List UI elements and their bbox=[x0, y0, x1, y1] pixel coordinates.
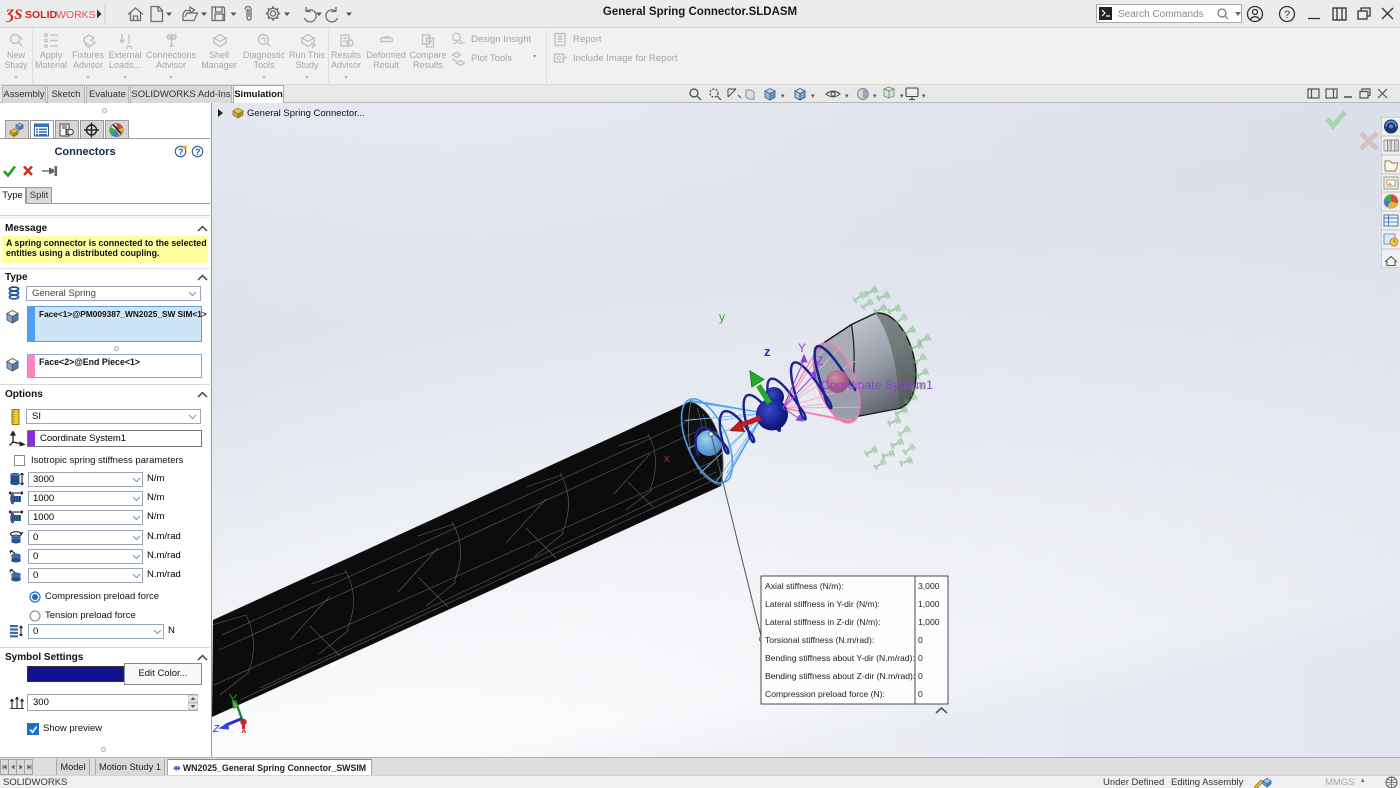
svg-text:SOLID: SOLID bbox=[25, 9, 58, 21]
svg-text:Bending stiffness about Z-dir: Bending stiffness about Z-dir (N.m/rad): bbox=[765, 671, 915, 681]
svg-text:▾: ▾ bbox=[845, 93, 849, 100]
svg-text:y: y bbox=[719, 310, 725, 324]
svg-text:Y: Y bbox=[798, 341, 806, 355]
svg-text:Bending stiffness about Y-dir: Bending stiffness about Y-dir (N.m/rad): bbox=[765, 653, 915, 663]
svg-text:General Spring Connector...: General Spring Connector... bbox=[247, 108, 365, 119]
svg-text:▾: ▾ bbox=[900, 93, 904, 100]
svg-text:0: 0 bbox=[918, 689, 923, 699]
svg-text:0: 0 bbox=[918, 671, 923, 681]
svg-text:▾: ▾ bbox=[873, 93, 877, 100]
svg-text:▾: ▾ bbox=[922, 93, 926, 100]
svg-text:?: ? bbox=[178, 147, 184, 157]
svg-text:0: 0 bbox=[918, 635, 923, 645]
svg-text:▾: ▾ bbox=[781, 93, 785, 100]
svg-text:1,000: 1,000 bbox=[918, 617, 940, 627]
svg-text:Axial stiffness (N/m):: Axial stiffness (N/m): bbox=[765, 581, 844, 591]
svg-text:1,000: 1,000 bbox=[918, 599, 940, 609]
svg-text:WORKS: WORKS bbox=[56, 9, 96, 21]
svg-text:▾: ▾ bbox=[811, 93, 815, 100]
svg-text:0: 0 bbox=[918, 653, 923, 663]
svg-text:Coordinate System1: Coordinate System1 bbox=[821, 378, 933, 392]
svg-text:3,000: 3,000 bbox=[918, 581, 940, 591]
svg-text:Z: Z bbox=[816, 354, 823, 368]
svg-text:Z: Z bbox=[212, 724, 220, 735]
svg-text:z: z bbox=[764, 344, 771, 359]
svg-text:Lateral stiffness in Z-dir (N/: Lateral stiffness in Z-dir (N/m): bbox=[765, 617, 880, 627]
svg-text:?: ? bbox=[1284, 9, 1290, 21]
svg-text:?: ? bbox=[195, 147, 201, 157]
svg-text:Torsional stiffness (N.m/rad):: Torsional stiffness (N.m/rad): bbox=[765, 635, 874, 645]
svg-text:ƷS: ƷS bbox=[6, 7, 22, 23]
svg-text:Search Commands: Search Commands bbox=[1118, 9, 1204, 20]
svg-text:x: x bbox=[664, 453, 670, 465]
svg-text:Compression preload force (N):: Compression preload force (N): bbox=[765, 689, 885, 699]
svg-text:Lateral stiffness in Y-dir (N/: Lateral stiffness in Y-dir (N/m): bbox=[765, 599, 880, 609]
